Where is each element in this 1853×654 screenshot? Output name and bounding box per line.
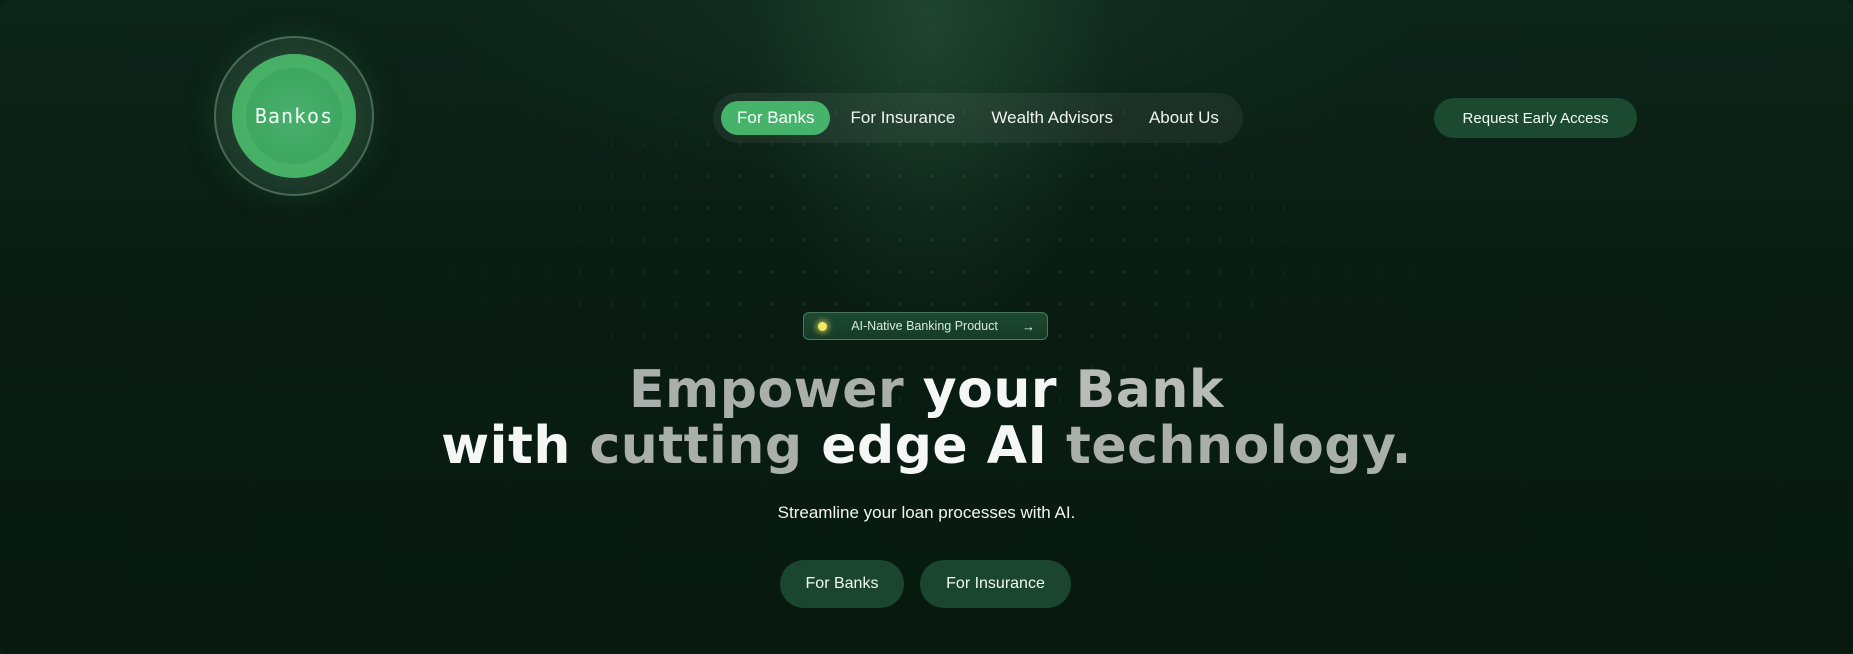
- nav-item-for-insurance[interactable]: For Insurance: [834, 101, 971, 135]
- nav-item-for-banks[interactable]: For Banks: [721, 101, 831, 135]
- logo-circle: Bankos: [232, 54, 356, 178]
- hero-headline: Empower your Bank with cutting edge AI t…: [0, 362, 1853, 474]
- headline-line-2: with cutting edge AI technology.: [441, 416, 1412, 476]
- logo[interactable]: Bankos: [214, 36, 374, 196]
- nav-item-wealth-advisors[interactable]: Wealth Advisors: [975, 101, 1129, 135]
- logo-text: Bankos: [254, 104, 334, 128]
- for-banks-button[interactable]: For Banks: [780, 560, 904, 608]
- landing-page: Bankos For Banks For Insurance Wealth Ad…: [0, 0, 1853, 654]
- dot-grid-background: [180, 0, 1680, 560]
- product-badge[interactable]: AI-Native Banking Product →: [803, 312, 1048, 340]
- nav-item-about-us[interactable]: About Us: [1133, 101, 1235, 135]
- main-nav: For Banks For Insurance Wealth Advisors …: [713, 93, 1243, 143]
- badge-label: AI-Native Banking Product: [851, 319, 998, 333]
- request-early-access-button[interactable]: Request Early Access: [1434, 98, 1637, 138]
- for-insurance-button[interactable]: For Insurance: [920, 560, 1071, 608]
- arrow-right-icon: →: [1022, 318, 1035, 334]
- hero-subtitle: Streamline your loan processes with AI.: [777, 503, 1076, 522]
- glow-dot-icon: [818, 321, 827, 331]
- headline-line-1: Empower your Bank: [629, 360, 1224, 420]
